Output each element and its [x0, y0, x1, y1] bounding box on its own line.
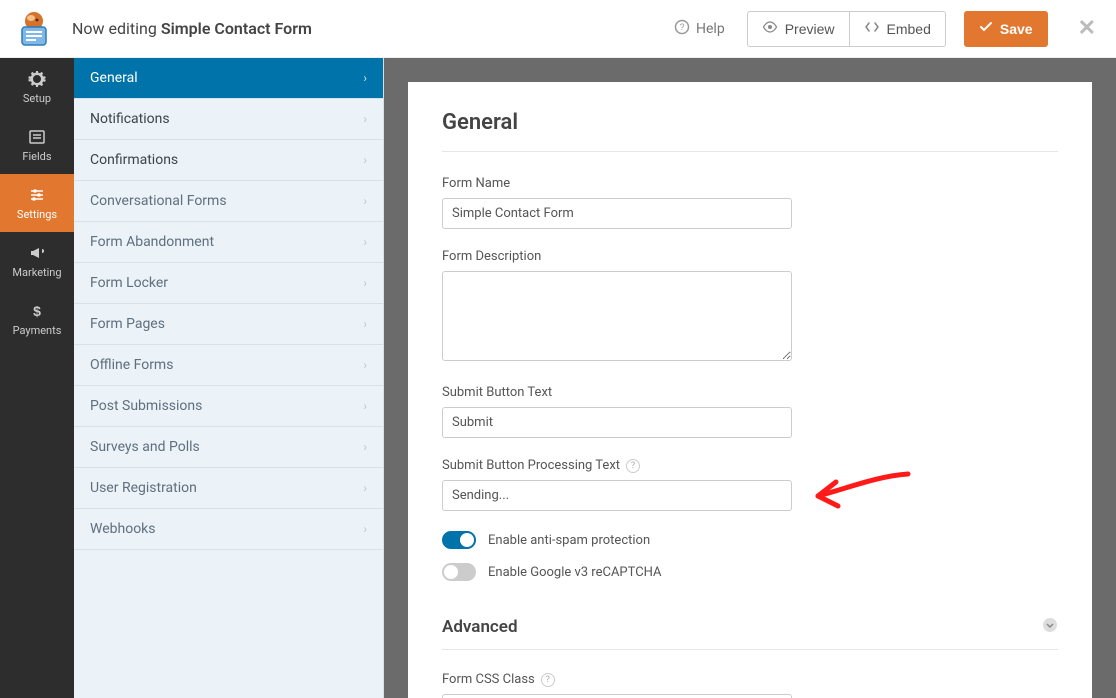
settings-item-label: General [90, 70, 138, 86]
chevron-down-icon [1042, 617, 1058, 637]
settings-item-confirmations[interactable]: Confirmations › [74, 140, 383, 181]
settings-item-label: User Registration [90, 480, 197, 496]
dollar-icon: $ [28, 302, 46, 320]
nav-marketing[interactable]: Marketing [0, 232, 74, 290]
nav-label: Setup [23, 92, 51, 105]
settings-item-general[interactable]: General › [74, 58, 383, 99]
advanced-section-header[interactable]: Advanced [442, 595, 1058, 650]
recaptcha-toggle[interactable] [442, 563, 476, 581]
embed-button[interactable]: Embed [849, 11, 946, 47]
save-button[interactable]: Save [964, 11, 1048, 47]
chevron-right-icon: › [363, 112, 367, 126]
nav-fields[interactable]: Fields [0, 116, 74, 174]
stage: General Form Name Form Description Submi… [384, 58, 1116, 698]
settings-item-webhooks[interactable]: Webhooks › [74, 509, 383, 550]
settings-item-form-abandonment[interactable]: Form Abandonment › [74, 222, 383, 263]
help-icon: ? [674, 19, 690, 39]
settings-item-label: Notifications [90, 111, 170, 127]
settings-item-label: Surveys and Polls [90, 439, 200, 455]
sliders-icon [28, 186, 46, 204]
nav-payments[interactable]: $ Payments [0, 290, 74, 348]
settings-item-label: Webhooks [90, 521, 156, 537]
svg-text:?: ? [680, 22, 685, 32]
editing-title: Now editing Simple Contact Form [72, 19, 312, 38]
help-tooltip-icon[interactable]: ? [626, 459, 640, 473]
nav-setup[interactable]: Setup [0, 58, 74, 116]
submit-processing-label: Submit Button Processing Text ? [442, 458, 792, 473]
settings-item-surveys-and-polls[interactable]: Surveys and Polls › [74, 427, 383, 468]
settings-item-label: Form Pages [90, 316, 165, 332]
eye-icon [762, 19, 778, 38]
save-label: Save [1000, 21, 1033, 37]
panel-title: General [442, 110, 1058, 152]
form-name-input[interactable] [442, 198, 792, 229]
top-bar: Now editing Simple Contact Form ? Help P… [0, 0, 1116, 58]
settings-item-offline-forms[interactable]: Offline Forms › [74, 345, 383, 386]
close-icon[interactable]: ✕ [1078, 16, 1096, 41]
form-description-label: Form Description [442, 249, 792, 264]
chevron-right-icon: › [363, 276, 367, 290]
embed-label: Embed [887, 21, 931, 37]
submit-text-input[interactable] [442, 407, 792, 438]
chevron-right-icon: › [363, 481, 367, 495]
left-nav: Setup Fields Settings Marketing $ Payments [0, 58, 74, 698]
settings-item-label: Confirmations [90, 152, 178, 168]
recaptcha-toggle-label: Enable Google v3 reCAPTCHA [488, 565, 662, 580]
antispam-toggle-label: Enable anti-spam protection [488, 533, 650, 548]
settings-sidebar: General›Notifications›Confirmations›Conv… [74, 58, 384, 698]
nav-label: Settings [17, 208, 57, 221]
chevron-right-icon: › [363, 399, 367, 413]
form-name-label: Form Name [442, 176, 792, 191]
settings-item-label: Form Abandonment [90, 234, 214, 250]
form-css-class-input[interactable] [442, 694, 792, 698]
gear-icon [28, 70, 46, 88]
svg-text:$: $ [33, 303, 41, 319]
editing-prefix: Now editing [72, 19, 161, 38]
help-label: Help [696, 21, 725, 37]
settings-item-notifications[interactable]: Notifications › [74, 99, 383, 140]
advanced-title: Advanced [442, 617, 518, 637]
preview-label: Preview [785, 21, 835, 37]
chevron-right-icon: › [363, 235, 367, 249]
chevron-right-icon: › [363, 71, 367, 85]
submit-text-label: Submit Button Text [442, 385, 792, 400]
nav-settings[interactable]: Settings [0, 174, 74, 232]
editing-form-name: Simple Contact Form [161, 19, 312, 38]
settings-item-label: Form Locker [90, 275, 168, 291]
nav-label: Fields [22, 150, 51, 163]
chevron-right-icon: › [363, 194, 367, 208]
settings-panel: General Form Name Form Description Submi… [408, 82, 1092, 698]
recaptcha-toggle-row: Enable Google v3 reCAPTCHA [442, 563, 1058, 581]
form-css-class-label: Form CSS Class ? [442, 672, 792, 687]
settings-item-user-registration[interactable]: User Registration › [74, 468, 383, 509]
chevron-right-icon: › [363, 317, 367, 331]
bullhorn-icon [28, 244, 46, 262]
settings-item-label: Conversational Forms [90, 193, 227, 209]
settings-item-label: Post Submissions [90, 398, 202, 414]
code-icon [864, 19, 880, 38]
settings-item-label: Offline Forms [90, 357, 173, 373]
nav-label: Payments [13, 324, 62, 337]
preview-button[interactable]: Preview [747, 11, 849, 47]
list-icon [28, 128, 46, 146]
wpforms-logo [12, 9, 52, 49]
settings-item-form-locker[interactable]: Form Locker › [74, 263, 383, 304]
settings-item-form-pages[interactable]: Form Pages › [74, 304, 383, 345]
chevron-right-icon: › [363, 153, 367, 167]
antispam-toggle[interactable] [442, 531, 476, 549]
check-icon [979, 20, 993, 37]
chevron-right-icon: › [363, 358, 367, 372]
help-tooltip-icon[interactable]: ? [541, 673, 555, 687]
settings-item-post-submissions[interactable]: Post Submissions › [74, 386, 383, 427]
form-description-input[interactable] [442, 271, 792, 361]
antispam-toggle-row: Enable anti-spam protection [442, 531, 1058, 549]
help-link[interactable]: ? Help [674, 19, 725, 39]
settings-item-conversational-forms[interactable]: Conversational Forms › [74, 181, 383, 222]
chevron-right-icon: › [363, 522, 367, 536]
nav-label: Marketing [12, 266, 61, 279]
submit-processing-input[interactable] [442, 480, 792, 511]
chevron-right-icon: › [363, 440, 367, 454]
